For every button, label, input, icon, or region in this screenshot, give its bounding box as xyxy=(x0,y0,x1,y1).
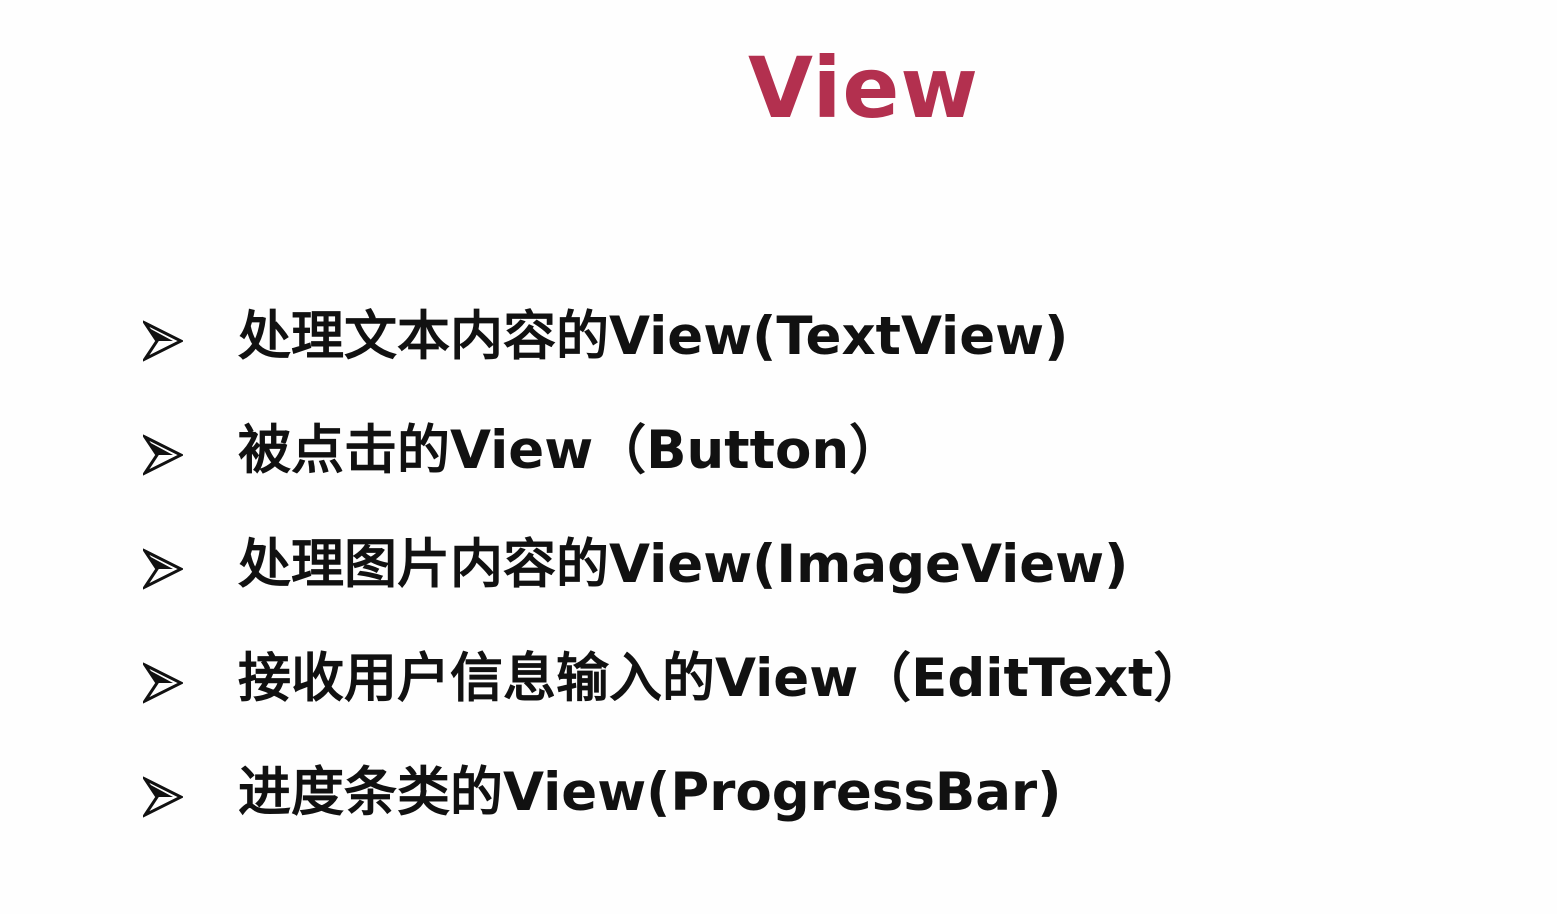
bullet-text: 进度条类的View(ProgressBar) xyxy=(238,762,1062,823)
list-item: 被点击的View（Button） xyxy=(0,397,1557,511)
arrowhead-bullet-icon xyxy=(143,662,183,704)
bullet-text: 处理文本内容的View(TextView) xyxy=(238,306,1069,367)
list-item: 处理图片内容的View(ImageView) xyxy=(0,511,1557,625)
list-item: 接收用户信息输入的View（EditText） xyxy=(0,625,1557,739)
slide: View 处理文本内容的View(TextView) 被点击的View（Butt… xyxy=(0,0,1557,914)
slide-title: View xyxy=(748,39,979,137)
bullet-text: 被点击的View（Button） xyxy=(238,420,903,481)
bullet-list: 处理文本内容的View(TextView) 被点击的View（Button） 处… xyxy=(0,283,1557,853)
bullet-text: 接收用户信息输入的View（EditText） xyxy=(238,648,1207,709)
list-item: 处理文本内容的View(TextView) xyxy=(0,283,1557,397)
bullet-text: 处理图片内容的View(ImageView) xyxy=(238,534,1129,595)
arrowhead-bullet-icon xyxy=(143,434,183,476)
arrowhead-bullet-icon xyxy=(143,548,183,590)
arrowhead-bullet-icon xyxy=(143,320,183,362)
list-item: 进度条类的View(ProgressBar) xyxy=(0,739,1557,853)
arrowhead-bullet-icon xyxy=(143,776,183,818)
